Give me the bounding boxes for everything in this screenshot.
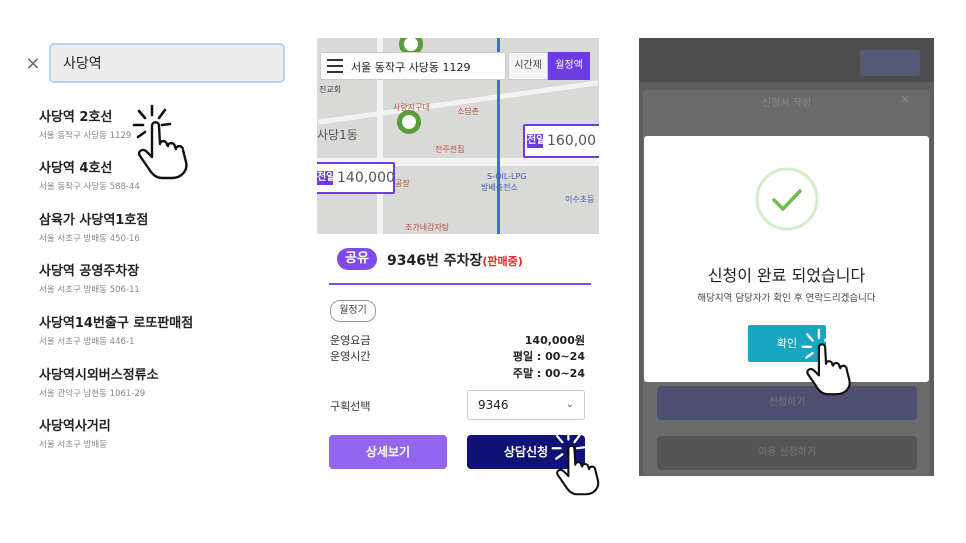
address-text: 서울 동작구 사당동 1129	[351, 61, 471, 74]
result-title: 사당역14번출구 로또판매점	[39, 316, 194, 331]
map-view[interactable]: 사당1동 진교회 사랑지구대 소담촌 전주전집 S-OIL-LPG 방배충전소 …	[317, 38, 599, 234]
tab-hourly[interactable]: 시간제	[508, 52, 548, 80]
tap-hand-icon	[132, 104, 188, 180]
search-panel: × 사당역 2호선 서울 동작구 사당동 1129 사당역 4호선 서울 동작구…	[0, 0, 300, 543]
section-label: 구획선택	[330, 400, 371, 413]
hours-label: 운영시간	[330, 350, 371, 363]
map-poi-label: 진교회	[319, 85, 342, 94]
dimmed-use-button: 이용 신청하기	[657, 436, 917, 470]
dimmed-close-icon: ×	[899, 92, 910, 106]
result-address: 서울 관악구 남현동 1061-29	[39, 389, 146, 399]
price-badge: 전일	[317, 171, 336, 185]
price-badge: 전일	[527, 134, 546, 148]
hours-weekend: 주말 : 00~24	[512, 367, 585, 380]
price-value: 140,000	[337, 170, 395, 186]
map-poi-label: 공장	[395, 179, 410, 188]
completion-panel: 신청서 작성 × 신청하기 이용 신청하기 신청이 완료 되었습니다 해당지역 …	[639, 38, 934, 476]
map-poi-label: S-OIL-LPG	[487, 172, 527, 181]
result-address: 서울 동작구 사당동 588-44	[39, 182, 140, 192]
tap-hand-icon	[551, 430, 600, 496]
hours-weekday: 평일 : 00~24	[512, 350, 585, 363]
map-pin-icon[interactable]	[397, 110, 421, 134]
dialog-title: 신청이 완료 되었습니다	[707, 266, 866, 285]
fee-label: 운영요금	[330, 334, 371, 347]
price-value: 160,00	[547, 133, 596, 149]
map-poi-label: 사랑지구대	[393, 103, 430, 112]
section-value: 9346	[478, 398, 509, 412]
result-address: 서울 서초구 방배동	[39, 440, 107, 450]
result-title: 사당역사거리	[39, 419, 111, 434]
result-title: 사당역시외버스정류소	[39, 368, 159, 383]
lot-status: (판매중)	[482, 255, 523, 268]
menu-icon[interactable]	[327, 59, 343, 73]
chevron-down-icon: ⌄	[565, 399, 574, 410]
lot-title: 9346번 주차장(판매중)	[387, 250, 523, 270]
search-field[interactable]	[49, 43, 285, 83]
map-poi-label: 전주전집	[435, 145, 465, 154]
result-address: 서울 서초구 방배동 506-11	[39, 285, 140, 295]
tab-monthly[interactable]: 월정액	[548, 52, 590, 80]
address-bar[interactable]: 서울 동작구 사당동 1129	[320, 52, 506, 80]
detail-button[interactable]: 상세보기	[329, 435, 447, 469]
result-title: 삼육가 사당역1호점	[39, 213, 149, 228]
close-icon[interactable]: ×	[24, 55, 42, 73]
map-price-marker[interactable]: 전일 140,000	[317, 162, 395, 194]
search-result[interactable]: 사당역14번출구 로또판매점 서울 서초구 방배동 446-1	[39, 314, 279, 347]
monthly-badge: 월정기	[330, 300, 376, 322]
result-title: 사당역 공영주차장	[39, 264, 140, 279]
dimmed-form-title: 신청서 작성	[761, 98, 812, 109]
result-address: 서울 서초구 방배동 450-16	[39, 234, 140, 244]
dimmed-apply-button: 신청하기	[657, 386, 917, 420]
search-input[interactable]	[51, 45, 263, 81]
map-poi-label: 소담촌	[457, 107, 480, 116]
dimmed-header	[639, 38, 934, 82]
search-result[interactable]: 사당역사거리 서울 서초구 방배동	[39, 417, 279, 450]
map-poi-label: 이수초등	[565, 195, 595, 204]
tap-hand-icon	[801, 328, 851, 396]
dimmed-header-button	[860, 50, 920, 76]
divider	[329, 283, 591, 285]
dialog-message: 해당지역 담당자가 확인 후 연락드리겠습니다	[697, 293, 876, 304]
completion-dialog: 신청이 완료 되었습니다 해당지역 담당자가 확인 후 연락드리겠습니다 확인	[644, 136, 929, 382]
search-result[interactable]: 사당역 공영주차장 서울 서초구 방배동 506-11	[39, 262, 279, 295]
map-poi-label: 방배충전소	[481, 183, 518, 192]
map-price-marker[interactable]: 전일 160,00	[523, 124, 599, 158]
lot-name: 9346번 주차장	[387, 253, 483, 269]
search-result[interactable]: 삼육가 사당역1호점 서울 서초구 방배동 450-16	[39, 211, 279, 244]
check-circle-icon	[755, 167, 819, 231]
result-address: 서울 서초구 방배동 446-1	[39, 337, 135, 347]
fee-value: 140,000원	[524, 334, 585, 347]
search-result[interactable]: 사당역시외버스정류소 서울 관악구 남현동 1061-29	[39, 366, 279, 399]
map-area-label: 사당1동	[317, 128, 358, 142]
share-badge: 공유	[337, 248, 377, 270]
map-road	[318, 80, 598, 125]
section-select[interactable]: 9346 ⌄	[467, 390, 585, 420]
map-poi-label: 조가네감자탕	[405, 223, 450, 232]
parking-detail-panel: 사당1동 진교회 사랑지구대 소담촌 전주전집 S-OIL-LPG 방배충전소 …	[317, 38, 600, 496]
